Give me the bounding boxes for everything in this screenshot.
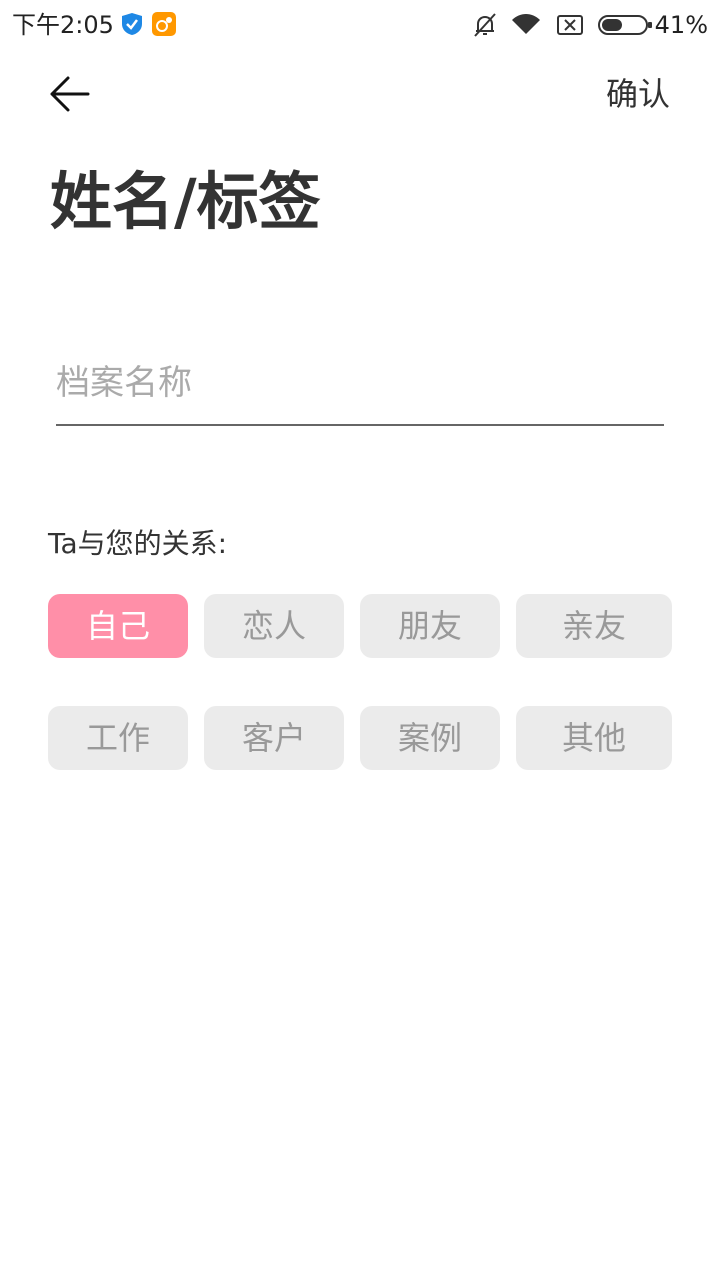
tag-chip-other[interactable]: 其他 [516,706,672,770]
status-right-icons: 41% [472,10,708,40]
battery-icon [598,12,654,42]
relation-label: Ta与您的关系: [48,527,228,560]
bell-off-icon [472,12,498,42]
tag-chip-case[interactable]: 案例 [360,706,500,770]
status-bar: 下午2:05 41% [0,0,720,50]
tag-chip-friend[interactable]: 朋友 [360,594,500,658]
profile-name-input[interactable] [56,348,664,418]
tag-chip-client[interactable]: 客户 [204,706,344,770]
confirm-button[interactable]: 确认 [606,72,670,116]
tag-chip-self[interactable]: 自己 [48,594,188,658]
no-sim-icon [556,12,584,42]
back-button[interactable] [44,70,96,118]
status-time: 下午2:05 [12,11,114,39]
name-field [56,348,664,426]
arrow-left-icon [50,76,90,112]
battery-percent: 41% [654,11,708,39]
tag-chip-lover[interactable]: 恋人 [204,594,344,658]
uc-browser-icon [152,12,176,36]
page-title: 姓名/标签 [50,165,321,238]
tag-chip-work[interactable]: 工作 [48,706,188,770]
wifi-icon [510,12,542,42]
shield-icon [120,12,144,36]
tag-chip-relative[interactable]: 亲友 [516,594,672,658]
